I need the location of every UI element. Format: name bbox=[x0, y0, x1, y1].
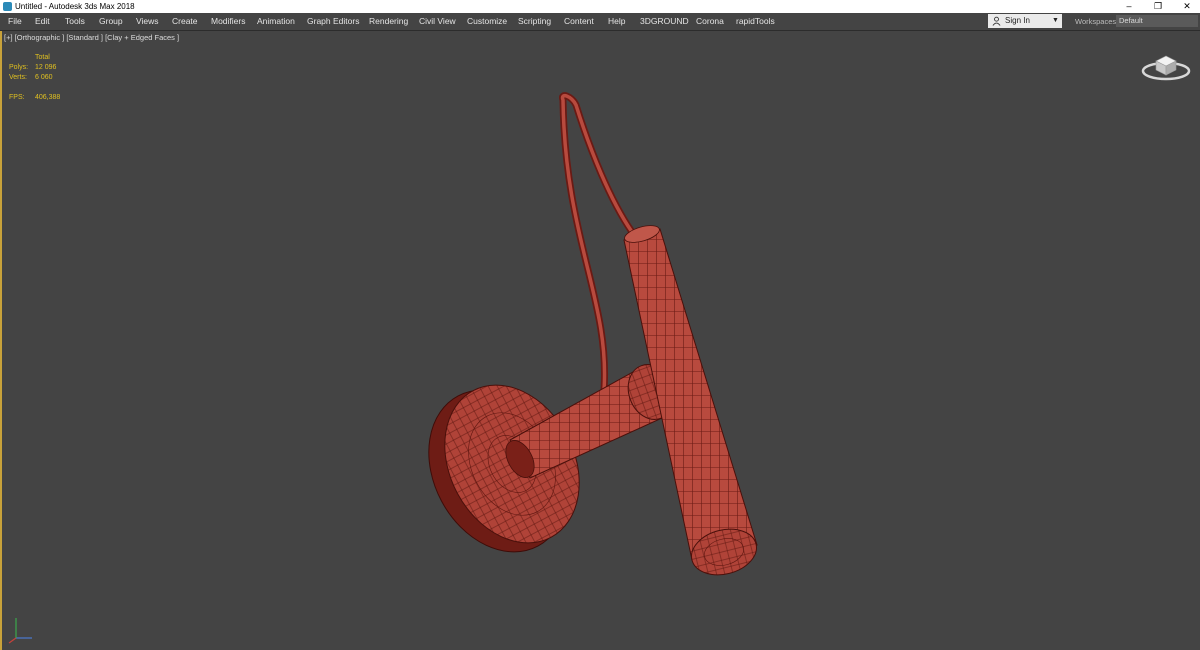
menu-views[interactable]: Views bbox=[136, 13, 159, 30]
close-button[interactable]: ✕ bbox=[1172, 0, 1200, 13]
menu-corona[interactable]: Corona bbox=[696, 13, 724, 30]
menu-help[interactable]: Help bbox=[608, 13, 625, 30]
sign-in-label: Sign In bbox=[1005, 16, 1030, 25]
polys-value: 12 096 bbox=[35, 64, 57, 71]
viewcube-icon[interactable] bbox=[1140, 47, 1192, 83]
menu-rendering[interactable]: Rendering bbox=[369, 13, 408, 30]
polys-label: Polys: bbox=[9, 64, 29, 71]
chevron-down-icon: ▼ bbox=[1052, 17, 1059, 24]
viewport-model[interactable] bbox=[420, 90, 780, 590]
user-icon bbox=[992, 16, 1001, 26]
menu-rapidtools[interactable]: rapidTools bbox=[736, 13, 775, 30]
menu-tools[interactable]: Tools bbox=[65, 13, 85, 30]
sign-in-dropdown[interactable]: Sign In ▼ bbox=[988, 14, 1062, 28]
verts-value: 6 060 bbox=[35, 74, 53, 81]
menu-group[interactable]: Group bbox=[99, 13, 123, 30]
menu-edit[interactable]: Edit bbox=[35, 13, 50, 30]
window-title: Untitled - Autodesk 3ds Max 2018 bbox=[15, 2, 135, 11]
menu-modifiers[interactable]: Modifiers bbox=[211, 13, 245, 30]
menu-customize[interactable]: Customize bbox=[467, 13, 507, 30]
3ds-max-icon bbox=[3, 2, 12, 11]
workspace-select[interactable]: Default bbox=[1116, 15, 1198, 27]
menu-civil-view[interactable]: Civil View bbox=[419, 13, 456, 30]
axis-tripod-icon bbox=[8, 618, 32, 644]
workspace-value: Default bbox=[1119, 16, 1143, 25]
maximize-button[interactable]: ❐ bbox=[1143, 0, 1173, 13]
fps-label: FPS: bbox=[9, 94, 25, 101]
menu-file[interactable]: File bbox=[8, 13, 22, 30]
menu-content[interactable]: Content bbox=[564, 13, 594, 30]
stats-header: Total bbox=[35, 54, 50, 61]
viewport-label[interactable]: [+] [Orthographic ] [Standard ] [Clay + … bbox=[4, 33, 179, 42]
minimize-button[interactable]: – bbox=[1114, 0, 1144, 13]
menu-animation[interactable]: Animation bbox=[257, 13, 295, 30]
menu-scripting[interactable]: Scripting bbox=[518, 13, 551, 30]
menu-graph-editors[interactable]: Graph Editors bbox=[307, 13, 359, 30]
title-bar: Untitled - Autodesk 3ds Max 2018 – ❐ ✕ bbox=[0, 0, 1200, 13]
workspaces-label: Workspaces: bbox=[1075, 17, 1119, 26]
verts-label: Verts: bbox=[9, 74, 27, 81]
menu-create[interactable]: Create bbox=[172, 13, 198, 30]
fps-value: 406,388 bbox=[35, 94, 61, 101]
menu-3dground[interactable]: 3DGROUND bbox=[640, 13, 689, 30]
